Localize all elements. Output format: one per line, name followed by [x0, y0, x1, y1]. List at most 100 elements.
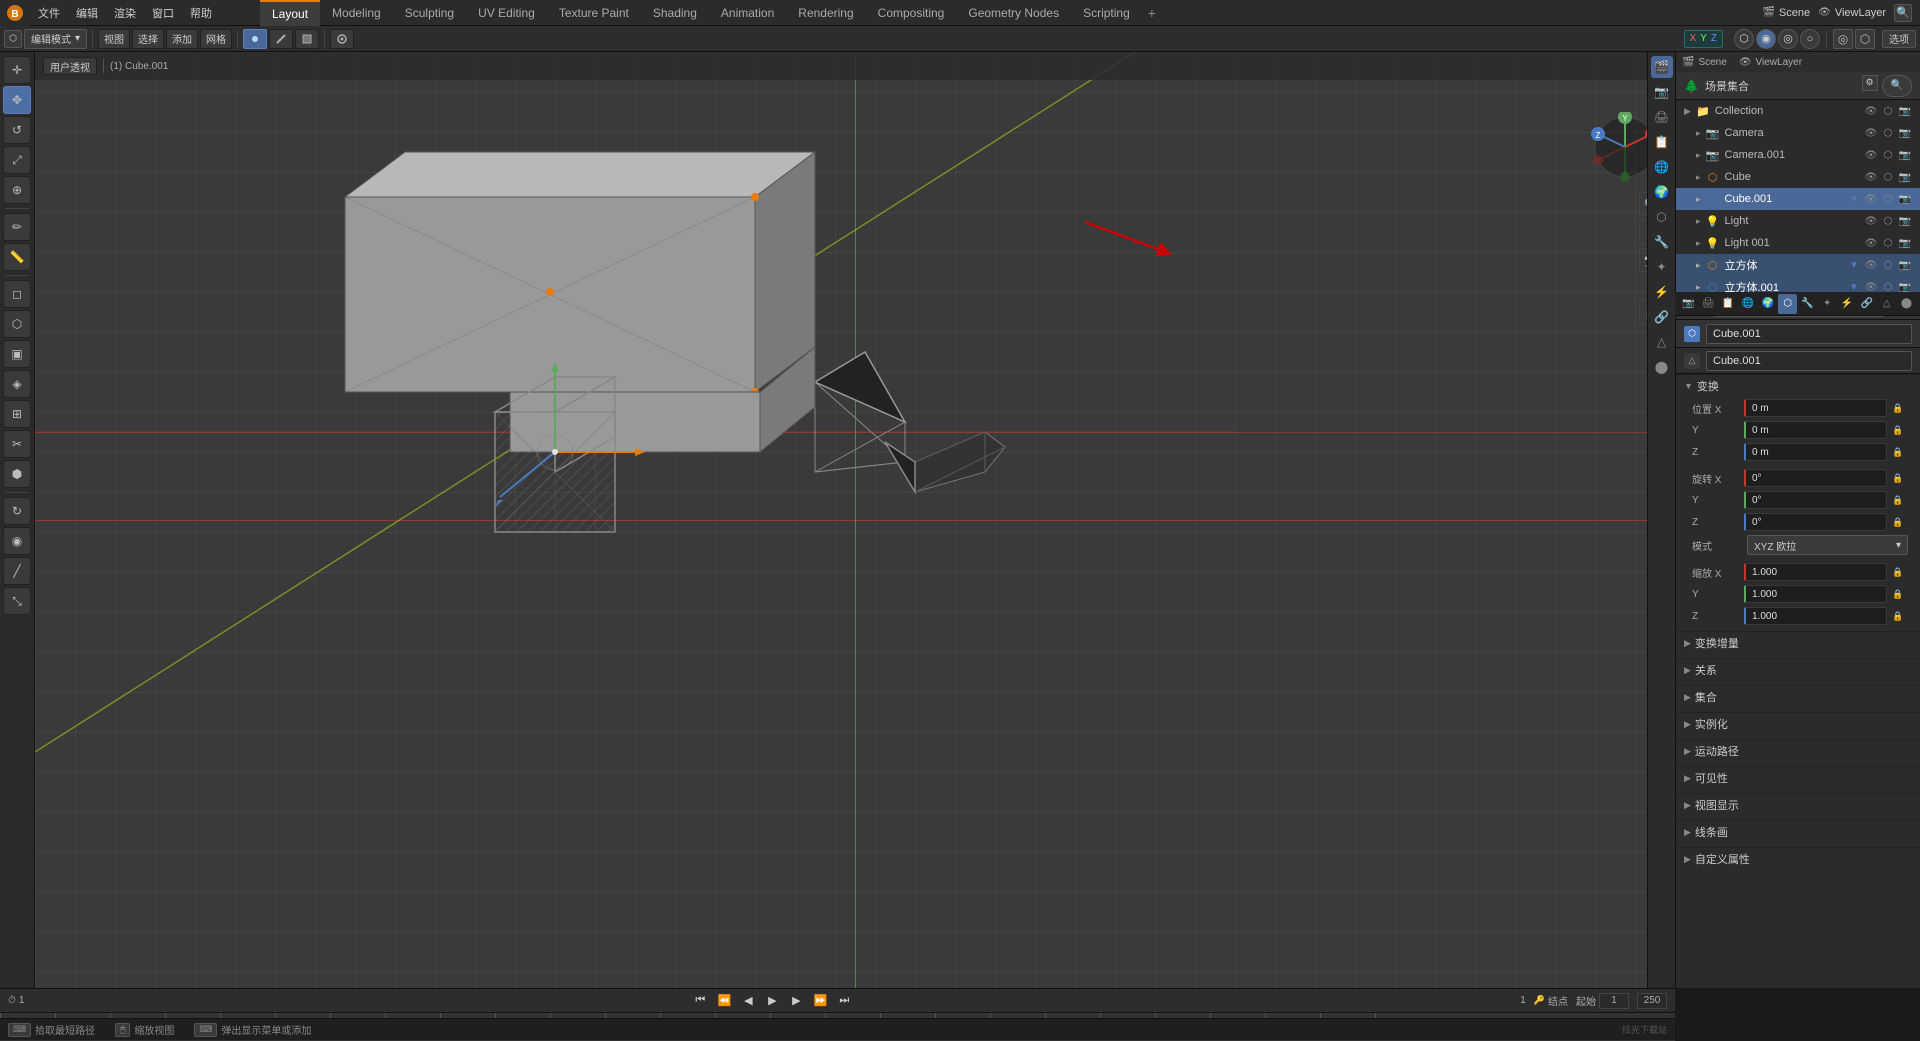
add-mesh-tool[interactable]: ◻ — [3, 280, 31, 308]
cube001-filter-icon[interactable]: ▼ — [1847, 192, 1861, 206]
properties-constraints-icon[interactable]: 🔗 — [1651, 306, 1673, 328]
light001-disable-icon[interactable]: ⬡ — [1881, 236, 1895, 250]
outliner-item-camera001[interactable]: ▸ 📷 Camera.001 👁 ⬡ 📷 — [1676, 144, 1920, 166]
visibility-header[interactable]: ▶ 可见性 — [1682, 767, 1914, 789]
rot-z-lock[interactable]: 🔒 — [1888, 513, 1908, 531]
props-tab-data[interactable]: △ — [1877, 294, 1896, 314]
props-tab-modifiers[interactable]: 🔧 — [1798, 294, 1817, 314]
tab-texture-paint[interactable]: Texture Paint — [547, 0, 641, 26]
transform-tool[interactable]: ⊕ — [3, 176, 31, 204]
cube-disable-icon[interactable]: ⬡ — [1881, 170, 1895, 184]
edge-slide-tool[interactable]: ╱ — [3, 557, 31, 585]
props-tab-view-layer[interactable]: 📋 — [1719, 294, 1738, 314]
outliner-item-cube001[interactable]: ▸ ⬡ Cube.001 ▼ 👁 ⬡ 📷 — [1676, 188, 1920, 210]
outliner-item-collection[interactable]: ▶ 📁 Collection 👁 ⬡ 📷 — [1676, 100, 1920, 122]
tab-geometry-nodes[interactable]: Geometry Nodes — [956, 0, 1071, 26]
wireframe-shade-btn[interactable]: ⬡ — [1734, 29, 1754, 49]
outliner-item-cube001-zh[interactable]: ▸ ⬡ 立方体.001 ▼ 👁 ⬡ 📷 — [1676, 276, 1920, 292]
options-btn[interactable]: 选项 — [1882, 30, 1916, 48]
tab-sculpting[interactable]: Sculpting — [393, 0, 466, 26]
scale-y-lock[interactable]: 🔒 — [1888, 585, 1908, 603]
perspective-mode-btn[interactable]: 用户透视 — [43, 57, 97, 75]
outliner-filter-btn[interactable]: ⚙ — [1862, 75, 1878, 91]
light-render-icon[interactable]: 📷 — [1898, 214, 1912, 228]
pos-y-lock[interactable]: 🔒 — [1888, 421, 1908, 439]
3d-viewport[interactable]: 用户透视 (1) Cube.001 X Y Z — [35, 52, 1675, 988]
cube-zh-eye-icon[interactable]: 👁 — [1864, 258, 1878, 272]
scale-z-lock[interactable]: 🔒 — [1888, 607, 1908, 625]
scale-x-input[interactable]: 1.000 — [1744, 563, 1887, 581]
motion-path-header[interactable]: ▶ 运动路径 — [1682, 740, 1914, 762]
tab-add-button[interactable]: + — [1142, 5, 1162, 21]
properties-object-icon[interactable]: ⬡ — [1651, 206, 1673, 228]
properties-material-icon[interactable]: ⬤ — [1651, 356, 1673, 378]
camera-eye-icon[interactable]: 👁 — [1864, 126, 1878, 140]
rot-mode-dropdown[interactable]: XYZ 欧拉 ▾ — [1747, 535, 1908, 555]
mode-dropdown[interactable]: 编辑模式 ▾ — [24, 29, 87, 49]
mesh-btn[interactable]: 网格 — [200, 29, 232, 49]
tab-uv-editing[interactable]: UV Editing — [466, 0, 547, 26]
camera001-disable-icon[interactable]: ⬡ — [1881, 148, 1895, 162]
cube001-zh-eye-icon[interactable]: 👁 — [1864, 280, 1878, 292]
properties-particles-icon[interactable]: ✦ — [1651, 256, 1673, 278]
properties-modifiers-icon[interactable]: 🔧 — [1651, 231, 1673, 253]
measure-tool[interactable]: 📏 — [3, 243, 31, 271]
next-keyframe-btn[interactable]: ▶ — [787, 992, 805, 1010]
scale-x-lock[interactable]: 🔒 — [1888, 563, 1908, 581]
tab-scripting[interactable]: Scripting — [1071, 0, 1142, 26]
cube001-eye-icon[interactable]: 👁 — [1864, 192, 1878, 206]
cube-zh-disable-icon[interactable]: ⬡ — [1881, 258, 1895, 272]
outliner-search[interactable]: 🔍 — [1882, 75, 1912, 97]
proportional-btn[interactable] — [330, 29, 354, 49]
transform-section-header[interactable]: ▼ 变换 — [1682, 375, 1914, 397]
end-frame-input[interactable]: 250 — [1637, 993, 1667, 1009]
menu-help[interactable]: 帮助 — [182, 0, 220, 26]
timeline-view-btn[interactable]: ⏱ 1 — [8, 995, 24, 1006]
jump-end-btn[interactable]: ⏭ — [835, 992, 853, 1010]
mesh-name-field[interactable]: Cube.001 — [1706, 351, 1912, 371]
relations-header[interactable]: ▶ 关系 — [1682, 659, 1914, 681]
edge-select-btn[interactable] — [269, 29, 293, 49]
line-art-header[interactable]: ▶ 线条画 — [1682, 821, 1914, 843]
camera-disable-icon[interactable]: ⬡ — [1881, 126, 1895, 140]
tab-animation[interactable]: Animation — [709, 0, 786, 26]
delta-transform-header[interactable]: ▶ 变换增量 — [1682, 632, 1914, 654]
cube-zh-render-icon[interactable]: 📷 — [1898, 258, 1912, 272]
outliner-item-light001[interactable]: ▸ 💡 Light 001 👁 ⬡ 📷 — [1676, 232, 1920, 254]
loop-cut-tool[interactable]: ⊞ — [3, 400, 31, 428]
props-tab-scene[interactable]: 🌐 — [1738, 294, 1757, 314]
poly-build-tool[interactable]: ⬢ — [3, 460, 31, 488]
cube001-disable-icon[interactable]: ⬡ — [1881, 192, 1895, 206]
viewport-display-header[interactable]: ▶ 视图显示 — [1682, 794, 1914, 816]
rot-x-lock[interactable]: 🔒 — [1888, 469, 1908, 487]
collections-header[interactable]: ▶ 集合 — [1682, 686, 1914, 708]
move-tool[interactable]: ✥ — [3, 86, 31, 114]
rotate-tool[interactable]: ↺ — [3, 116, 31, 144]
xray-btn[interactable]: ⬡ — [1855, 29, 1875, 49]
menu-render[interactable]: 渲染 — [106, 0, 144, 26]
props-tab-particles[interactable]: ✦ — [1818, 294, 1837, 314]
custom-props-header[interactable]: ▶ 自定义属性 — [1682, 848, 1914, 870]
pos-x-lock[interactable]: 🔒 — [1888, 399, 1908, 417]
spin-tool[interactable]: ↻ — [3, 497, 31, 525]
camera-render-icon[interactable]: 📷 — [1898, 126, 1912, 140]
blender-logo[interactable]: B — [0, 0, 30, 26]
prev-keyframe-btn[interactable]: ◀ — [739, 992, 757, 1010]
cube-render-icon[interactable]: 📷 — [1898, 170, 1912, 184]
props-tab-render[interactable]: 📷 — [1679, 294, 1698, 314]
pos-z-lock[interactable]: 🔒 — [1888, 443, 1908, 461]
cube001-zh-filter-icon[interactable]: ▼ — [1847, 280, 1861, 292]
pos-x-input[interactable]: 0 m — [1744, 399, 1887, 417]
next-frame-btn[interactable]: ⏩ — [811, 992, 829, 1010]
cursor-tool[interactable]: ✛ — [3, 56, 31, 84]
cube001-zh-disable-icon[interactable]: ⬡ — [1881, 280, 1895, 292]
rot-y-lock[interactable]: 🔒 — [1888, 491, 1908, 509]
tab-rendering[interactable]: Rendering — [786, 0, 865, 26]
properties-data-icon[interactable]: △ — [1651, 331, 1673, 353]
tab-modeling[interactable]: Modeling — [320, 0, 393, 26]
play-btn[interactable]: ▶ — [763, 992, 781, 1010]
instancing-header[interactable]: ▶ 实例化 — [1682, 713, 1914, 735]
pos-y-input[interactable]: 0 m — [1744, 421, 1887, 439]
rot-z-input[interactable]: 0° — [1744, 513, 1887, 531]
smooth-tool[interactable]: ◉ — [3, 527, 31, 555]
